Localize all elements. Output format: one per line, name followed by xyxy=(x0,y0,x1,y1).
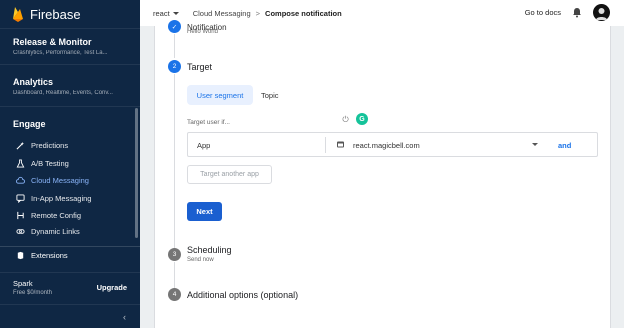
step-number-scheduling: 3 xyxy=(168,248,181,261)
section-title: Analytics xyxy=(13,77,54,87)
and-button[interactable]: and xyxy=(558,141,571,150)
sidebar-item-in-app-messaging[interactable]: In-App Messaging xyxy=(0,190,140,208)
target-another-app-button[interactable]: Target another app xyxy=(187,165,272,184)
step-connector xyxy=(174,34,175,58)
section-subtitle: Dashboard, Realtime, Events, Conv... xyxy=(13,90,113,96)
brand-name: Firebase xyxy=(30,6,81,22)
grammarly-icon[interactable]: G xyxy=(356,113,368,125)
collapse-sidebar-button[interactable]: ‹ xyxy=(0,304,140,328)
app-icon xyxy=(337,141,344,148)
extensions-label: Extensions xyxy=(31,251,68,260)
plan-name: Spark xyxy=(13,279,33,288)
section-release-monitor[interactable]: Release & Monitor Crashlytics, Performan… xyxy=(0,28,140,64)
project-selector[interactable]: react xyxy=(153,9,179,18)
section-engage-title: Engage xyxy=(0,106,140,137)
config-icon xyxy=(16,211,25,220)
sidebar-item-label: Cloud Messaging xyxy=(31,176,89,186)
section-subtitle: Crashlytics, Performance, Test La... xyxy=(13,50,108,56)
project-name: react xyxy=(153,8,170,18)
caret-down-icon xyxy=(172,11,179,15)
sidebar-item-remote-config[interactable]: Remote Config xyxy=(0,207,140,225)
bell-icon[interactable] xyxy=(572,7,582,18)
section-analytics[interactable]: Analytics Dashboard, Realtime, Events, C… xyxy=(0,64,140,106)
breadcrumb-current: Compose notification xyxy=(265,8,342,18)
sidebar-item-ab-testing[interactable]: A/B Testing xyxy=(0,155,140,173)
compose-card: ✓ Notification Hello World 2 Target User… xyxy=(154,20,611,328)
breadcrumb-separator: > xyxy=(255,8,261,18)
plan-price: Free $0/month xyxy=(13,290,53,296)
rule-app-value[interactable]: react.magicbell.com xyxy=(353,141,420,150)
floating-tools: ⏻ G xyxy=(341,113,368,125)
breadcrumb-parent[interactable]: Cloud Messaging xyxy=(193,9,251,18)
chevron-left-icon: ‹ xyxy=(123,311,126,322)
upgrade-button[interactable]: Upgrade xyxy=(97,283,127,292)
step-number-additional: 4 xyxy=(168,288,181,301)
check-icon: ✓ xyxy=(171,23,178,31)
step-done-badge: ✓ xyxy=(168,20,181,33)
step-connector xyxy=(174,262,175,288)
tab-topic[interactable]: Topic xyxy=(261,91,279,100)
firebase-logo-icon xyxy=(13,7,23,22)
target-rule-row: App react.magicbell.com and xyxy=(187,132,598,157)
go-to-docs-link[interactable]: Go to docs xyxy=(525,8,561,17)
rule-divider xyxy=(325,137,326,153)
step-title-scheduling[interactable]: Scheduling xyxy=(187,245,232,255)
caret-down-icon[interactable] xyxy=(532,143,538,146)
sidebar-item-extensions[interactable]: Extensions xyxy=(0,246,140,264)
step-subtitle-notification: Hello World xyxy=(187,29,218,35)
avatar[interactable] xyxy=(593,4,610,21)
sidebar-scrollbar[interactable] xyxy=(135,108,138,238)
rule-field-select[interactable]: App xyxy=(197,141,210,150)
step-title-target: Target xyxy=(187,62,213,72)
cloud-icon xyxy=(16,176,25,185)
link-icon xyxy=(16,227,25,236)
sidebar-item-cloud-messaging[interactable]: Cloud Messaging xyxy=(0,172,140,190)
sidebar-item-predictions[interactable]: Predictions xyxy=(0,137,140,155)
wand-icon xyxy=(16,141,25,150)
tab-user-segment[interactable]: User segment xyxy=(187,85,253,105)
power-icon[interactable]: ⏻ xyxy=(341,115,350,124)
section-title: Release & Monitor xyxy=(13,37,92,47)
sidebar-item-label: Predictions xyxy=(31,141,69,151)
flask-icon xyxy=(16,159,25,168)
sidebar-item-label: A/B Testing xyxy=(31,158,69,168)
target-label: Target user if... xyxy=(187,119,230,126)
step-title-additional[interactable]: Additional options (optional) xyxy=(187,290,298,300)
step-subtitle-scheduling: Send now xyxy=(187,257,214,263)
sidebar: Firebase Release & Monitor Crashlytics, … xyxy=(0,0,140,328)
chat-icon xyxy=(16,194,25,203)
brand[interactable]: Firebase xyxy=(0,0,140,28)
plan-panel: Spark Free $0/month Upgrade xyxy=(0,272,140,302)
sidebar-item-label: In-App Messaging xyxy=(31,193,92,203)
sidebar-item-label: Remote Config xyxy=(31,211,82,221)
extensions-icon xyxy=(16,251,25,260)
next-button[interactable]: Next xyxy=(187,202,222,221)
sidebar-item-dynamic-links[interactable]: Dynamic Links xyxy=(0,225,140,237)
step-number-target: 2 xyxy=(168,60,181,73)
step-connector xyxy=(174,74,175,248)
sidebar-item-label: Dynamic Links xyxy=(31,226,80,236)
